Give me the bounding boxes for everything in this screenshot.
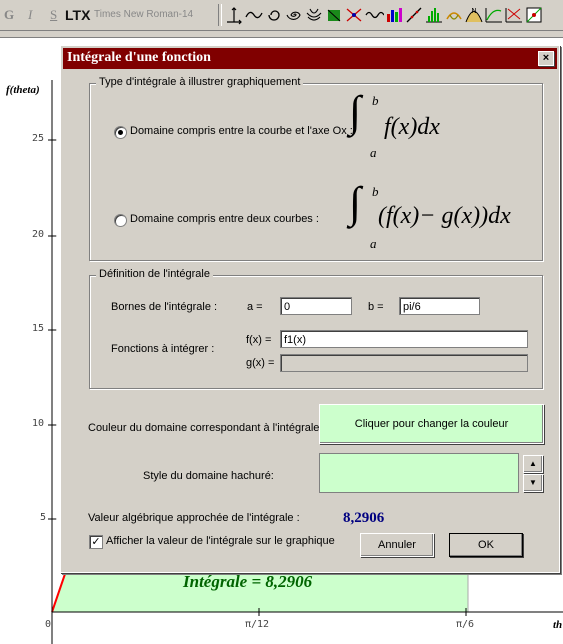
y-tick-label: 25 [32, 133, 45, 144]
y-tick-label: 10 [32, 418, 45, 429]
spiral-icon[interactable] [284, 5, 304, 25]
integral-value-label: Intégrale = 8,2906 [183, 572, 313, 591]
cancel-button[interactable]: Annuler [360, 533, 434, 557]
wave-icon[interactable] [364, 5, 384, 25]
radio-two-curves-label: Domaine compris entre deux courbes : [130, 213, 319, 225]
formula-body: (f(x)− g(x))dx [378, 203, 511, 229]
radio-two-curves[interactable] [114, 214, 127, 227]
g-label: g(x) = [246, 357, 275, 369]
dialog-titlebar[interactable]: Intégrale d'une fonction × [63, 48, 557, 69]
y-axis-label: f(theta) [6, 84, 40, 96]
close-button[interactable]: × [538, 51, 554, 66]
integral-sign-icon: ∫ [349, 87, 362, 136]
y-tick-label: 20 [32, 229, 45, 240]
x-tick-label: π/6 [456, 619, 475, 630]
axes-icon[interactable] [224, 5, 244, 25]
arrow-down-icon: ▼ [529, 478, 537, 487]
parametric-icon[interactable] [264, 5, 284, 25]
hatch-style-label: Style du domaine hachuré: [143, 470, 274, 482]
integral-value-caption: Valeur algébrique approchée de l'intégra… [88, 512, 300, 524]
ok-button[interactable]: OK [449, 533, 523, 557]
integral-value: 8,2906 [343, 510, 385, 526]
bold-button[interactable]: G [4, 4, 14, 26]
g-function-input[interactable] [280, 354, 528, 372]
color-label: Couleur du domaine correspondant à l'int… [88, 422, 326, 434]
dialog-title: Intégrale d'une fonction [67, 50, 211, 65]
normal-icon[interactable]: N [464, 5, 484, 25]
b-label: b = [368, 301, 384, 313]
close-icon: × [542, 52, 550, 64]
checkmark-icon: ✓ [91, 536, 101, 548]
f-function-input[interactable]: f1(x) [280, 330, 528, 348]
b-bound-input[interactable]: pi/6 [399, 297, 480, 315]
italic-button[interactable]: I [28, 4, 32, 26]
curve-icon[interactable] [244, 5, 264, 25]
latex-button[interactable]: LTX [65, 4, 90, 26]
integral-type-legend: Type d'intégrale à illustrer graphiqueme… [96, 76, 304, 88]
change-color-button[interactable]: Cliquer pour changer la couleur [319, 404, 544, 444]
region-icon[interactable] [324, 5, 344, 25]
toolbar-separator [218, 4, 222, 26]
functions-label: Fonctions à intégrer : [111, 343, 215, 355]
line-icon[interactable] [404, 5, 424, 25]
strike-button[interactable]: S [50, 4, 57, 26]
a-label: a = [247, 301, 263, 313]
f-label: f(x) = [246, 334, 272, 346]
bounds-label: Bornes de l'intégrale : [111, 301, 218, 313]
distribution-icon[interactable] [424, 5, 444, 25]
show-value-label: Afficher la valeur de l'intégrale sur le… [106, 535, 335, 547]
x-tick-label: π/12 [245, 619, 270, 630]
radio-curve-axis-label: Domaine compris entre la courbe et l'axe… [130, 125, 353, 137]
other-icon[interactable] [484, 5, 504, 25]
hatch-style-preview[interactable] [319, 453, 519, 493]
integral-definition-legend: Définition de l'intégrale [96, 268, 213, 280]
y-tick-label: 15 [32, 323, 45, 334]
arrow-up-icon: ▲ [529, 459, 537, 468]
formula-upper-bound: b [372, 93, 379, 108]
scatter-plot-icon[interactable] [504, 5, 524, 25]
svg-text:N: N [471, 7, 476, 15]
formula-lower-bound: a [370, 236, 377, 251]
font-name-selector[interactable]: Times New Roman-14 [94, 9, 193, 20]
hatch-down-button[interactable]: ▼ [523, 474, 543, 492]
hatch-up-button[interactable]: ▲ [523, 455, 543, 473]
show-value-checkbox[interactable]: ✓ [89, 535, 103, 549]
formula-lower-bound: a [370, 145, 377, 160]
scatter-icon[interactable] [344, 5, 364, 25]
grid-icon[interactable] [524, 5, 544, 25]
integral-dialog: Intégrale d'une fonction × Type d'intégr… [60, 45, 560, 573]
toolbar: G I S LTX Times New Roman-14 N [0, 0, 563, 31]
surface-icon[interactable] [304, 5, 324, 25]
toolbar-strip [0, 31, 563, 38]
x-axis-label: th [553, 619, 563, 631]
radio-curve-axis[interactable] [114, 126, 127, 139]
formula-upper-bound: b [372, 184, 379, 199]
tangent-icon[interactable] [444, 5, 464, 25]
y-tick-label: 5 [40, 512, 47, 523]
integral-type-group: Type d'intégrale à illustrer graphiqueme… [89, 76, 543, 261]
a-bound-input[interactable]: 0 [280, 297, 352, 315]
x-tick-label: 0 [45, 619, 52, 630]
formula-body: f(x)dx [384, 114, 440, 140]
integral-sign-icon: ∫ [349, 178, 362, 227]
histogram-icon[interactable] [384, 5, 404, 25]
